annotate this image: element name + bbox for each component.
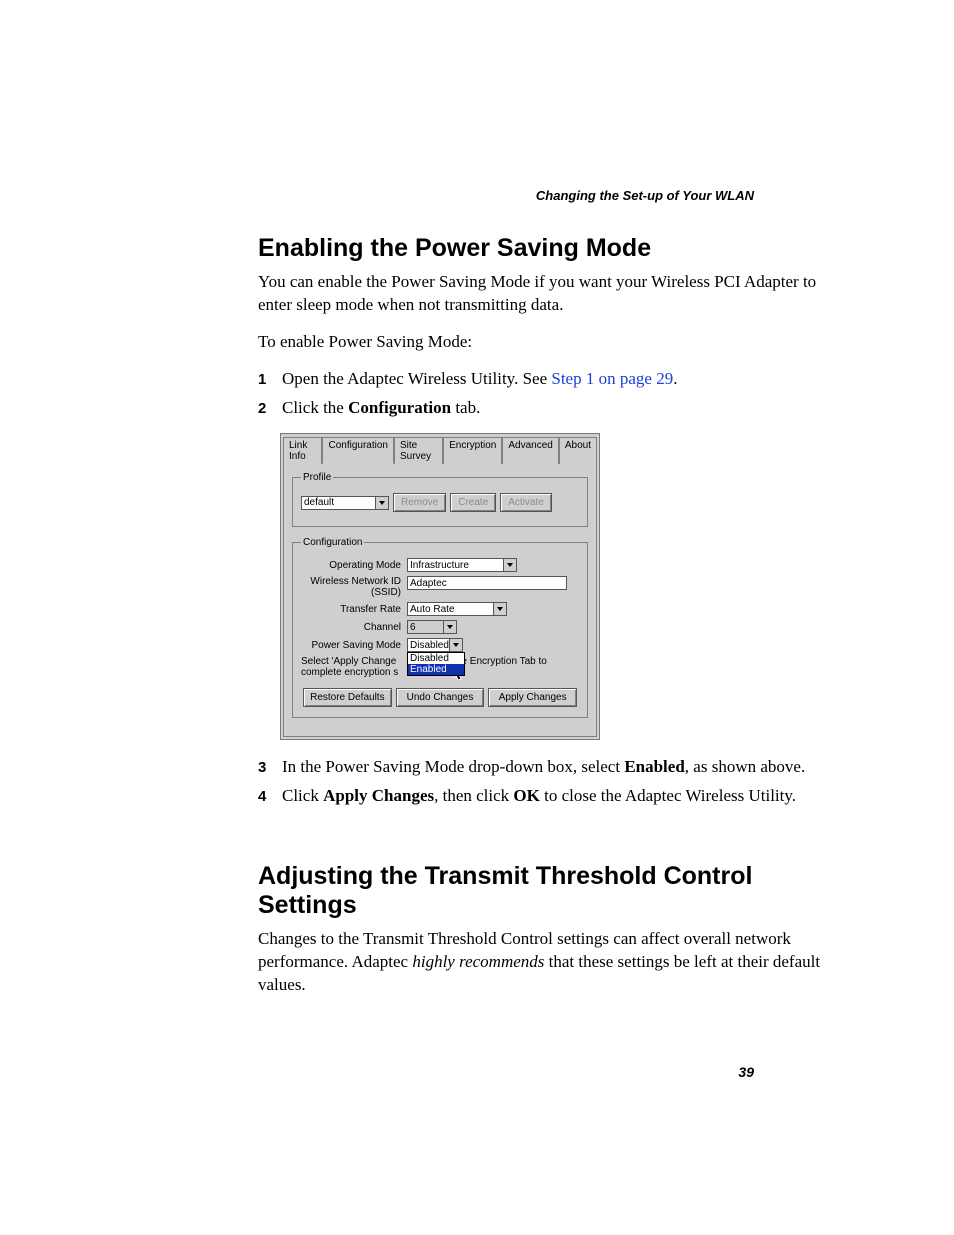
profile-combo[interactable]: default xyxy=(301,496,389,510)
heading-power-saving: Enabling the Power Saving Mode xyxy=(258,234,826,263)
chevron-down-icon[interactable] xyxy=(443,621,456,633)
operating-mode-label: Operating Mode xyxy=(301,560,407,571)
step-1-post: . xyxy=(673,369,677,388)
step-number: 2 xyxy=(258,397,282,419)
step-number: 1 xyxy=(258,368,282,390)
step-4-pre: Click xyxy=(282,786,323,805)
operating-mode-value: Infrastructure xyxy=(410,560,469,571)
profile-group: Profile default Remove Create Activate xyxy=(292,472,588,527)
remove-button[interactable]: Remove xyxy=(393,493,446,512)
chevron-down-icon[interactable] xyxy=(375,497,388,509)
configuration-group: Configuration Operating Mode Infrastruct… xyxy=(292,537,588,718)
lead-paragraph: To enable Power Saving Mode: xyxy=(258,331,826,354)
step-3-bold: Enabled xyxy=(624,757,684,776)
tab-site-survey[interactable]: Site Survey xyxy=(394,437,443,464)
channel-combo[interactable]: 6 xyxy=(407,620,457,634)
ssid-label: Wireless Network ID (SSID) xyxy=(301,576,407,598)
step-3-post: , as shown above. xyxy=(685,757,805,776)
tab-link-info[interactable]: Link Info xyxy=(283,437,322,464)
tab-advanced[interactable]: Advanced xyxy=(502,437,558,464)
highly-recommends: highly recommends xyxy=(412,952,544,971)
step-4-mid: , then click xyxy=(434,786,513,805)
tab-strip: Link Info Configuration Site Survey Encr… xyxy=(283,436,597,464)
activate-button[interactable]: Activate xyxy=(500,493,552,512)
ssid-value: Adaptec xyxy=(410,578,447,589)
step-3-pre: In the Power Saving Mode drop-down box, … xyxy=(282,757,624,776)
page-number: 39 xyxy=(738,1064,754,1080)
step-3: 3 In the Power Saving Mode drop-down box… xyxy=(258,756,826,779)
configuration-legend: Configuration xyxy=(301,537,364,548)
transfer-rate-combo[interactable]: Auto Rate xyxy=(407,602,507,616)
step-4-bold-1: Apply Changes xyxy=(323,786,434,805)
chevron-down-icon[interactable] xyxy=(503,559,516,571)
step-1-pre: Open the Adaptec Wireless Utility. See xyxy=(282,369,551,388)
heading-transmit-threshold: Adjusting the Transmit Threshold Control… xyxy=(258,862,826,920)
create-button[interactable]: Create xyxy=(450,493,496,512)
profile-legend: Profile xyxy=(301,472,333,483)
undo-changes-button[interactable]: Undo Changes xyxy=(396,688,485,707)
power-saving-dropdown-list: Disabled Enabled xyxy=(407,652,465,676)
section2-paragraph: Changes to the Transmit Threshold Contro… xyxy=(258,928,826,997)
power-saving-value: Disabled xyxy=(410,640,449,651)
step-number: 3 xyxy=(258,756,282,778)
tab-encryption[interactable]: Encryption xyxy=(443,437,502,464)
intro-paragraph: You can enable the Power Saving Mode if … xyxy=(258,271,826,317)
step-2-pre: Click the xyxy=(282,398,348,417)
chevron-down-icon[interactable] xyxy=(449,639,462,651)
running-head: Changing the Set-up of Your WLAN xyxy=(536,188,754,203)
profile-value: default xyxy=(304,497,334,508)
step-2-bold: Configuration xyxy=(348,398,451,417)
channel-value: 6 xyxy=(410,622,416,633)
psm-option-disabled[interactable]: Disabled xyxy=(408,653,464,664)
psm-option-enabled[interactable]: Enabled xyxy=(408,664,464,675)
channel-label: Channel xyxy=(301,622,407,633)
restore-defaults-button[interactable]: Restore Defaults xyxy=(303,688,392,707)
transfer-rate-value: Auto Rate xyxy=(410,604,454,615)
transfer-rate-label: Transfer Rate xyxy=(301,604,407,615)
step-1: 1 Open the Adaptec Wireless Utility. See… xyxy=(258,368,826,391)
step-4-bold-2: OK xyxy=(513,786,539,805)
apply-changes-button[interactable]: Apply Changes xyxy=(488,688,577,707)
tab-about[interactable]: About xyxy=(559,437,597,464)
power-saving-label: Power Saving Mode xyxy=(301,640,407,651)
step-2-post: tab. xyxy=(451,398,480,417)
step-4-post: to close the Adaptec Wireless Utility. xyxy=(540,786,796,805)
step-4: 4 Click Apply Changes, then click OK to … xyxy=(258,785,826,808)
chevron-down-icon[interactable] xyxy=(493,603,506,615)
embedded-screenshot: Link Info Configuration Site Survey Encr… xyxy=(280,433,826,740)
tab-configuration[interactable]: Configuration xyxy=(322,437,393,464)
step-number: 4 xyxy=(258,785,282,807)
ssid-input[interactable]: Adaptec xyxy=(407,576,567,590)
operating-mode-combo[interactable]: Infrastructure xyxy=(407,558,517,572)
step-1-link[interactable]: Step 1 on page 29 xyxy=(551,369,673,388)
power-saving-combo[interactable]: Disabled xyxy=(407,638,463,652)
step-2: 2 Click the Configuration tab. xyxy=(258,397,826,420)
